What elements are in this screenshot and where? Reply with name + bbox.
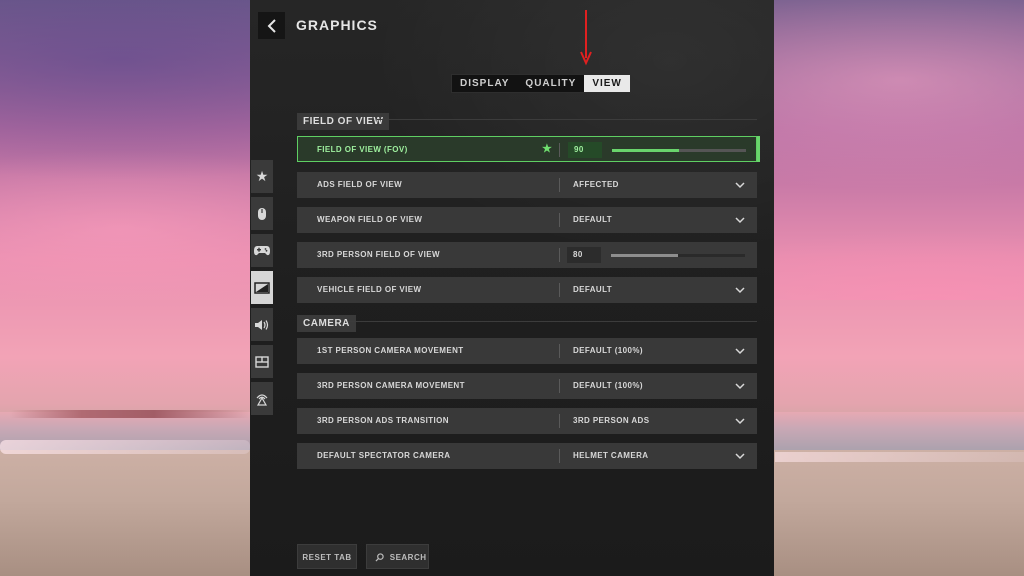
chevron-down-icon[interactable] [735, 382, 745, 390]
setting-value: DEFAULT (100%) [573, 346, 643, 355]
tab-quality[interactable]: QUALITY [517, 75, 584, 92]
setting-label: 3RD PERSON ADS TRANSITION [317, 416, 449, 425]
setting-label: FIELD OF VIEW (FOV) [317, 145, 408, 154]
setting-row-1st-person-camera[interactable]: 1ST PERSON CAMERA MOVEMENT DEFAULT (100%… [297, 338, 757, 364]
category-sidebar: ★ [251, 160, 273, 419]
chevron-down-icon[interactable] [735, 286, 745, 294]
back-button[interactable] [258, 12, 285, 39]
tab-bar: DISPLAY QUALITY VIEW [451, 74, 631, 93]
setting-label: DEFAULT SPECTATOR CAMERA [317, 451, 451, 460]
setting-value: DEFAULT (100%) [573, 381, 643, 390]
divider [559, 283, 560, 297]
setting-label: 3RD PERSON CAMERA MOVEMENT [317, 381, 465, 390]
setting-row-ads-fov[interactable]: ADS FIELD OF VIEW AFFECTED [297, 172, 757, 198]
chevron-left-icon [267, 18, 276, 33]
sidebar-item-mouse[interactable] [251, 197, 273, 230]
annotation-arrow-icon [580, 10, 592, 66]
setting-row-3rd-person-camera[interactable]: 3RD PERSON CAMERA MOVEMENT DEFAULT (100%… [297, 373, 757, 399]
third-person-fov-slider[interactable] [611, 254, 745, 257]
star-icon: ★ [255, 168, 269, 184]
divider [559, 344, 560, 358]
divider [559, 213, 560, 227]
setting-value: HELMET CAMERA [573, 451, 649, 460]
mouse-icon [258, 207, 266, 220]
setting-row-weapon-fov[interactable]: WEAPON FIELD OF VIEW DEFAULT [297, 207, 757, 233]
tab-view[interactable]: VIEW [584, 75, 630, 92]
fov-slider[interactable] [612, 149, 746, 152]
setting-label: 3RD PERSON FIELD OF VIEW [317, 250, 440, 259]
setting-row-spectator-camera[interactable]: DEFAULT SPECTATOR CAMERA HELMET CAMERA [297, 443, 757, 469]
divider [559, 178, 560, 192]
chevron-down-icon[interactable] [735, 452, 745, 460]
graphics-icon [254, 281, 270, 294]
chevron-down-icon[interactable] [735, 347, 745, 355]
sidebar-item-audio[interactable] [251, 308, 273, 341]
speaker-icon [255, 319, 269, 330]
setting-value: DEFAULT [573, 285, 613, 294]
wave-background-right [775, 452, 1024, 462]
page-title: GRAPHICS [296, 17, 378, 33]
controller-icon [254, 246, 270, 256]
divider [559, 248, 560, 262]
wave-background [0, 440, 250, 454]
divider [349, 321, 757, 322]
reset-tab-label: RESET TAB [302, 553, 352, 562]
sidebar-item-graphics[interactable] [251, 271, 273, 304]
search-button[interactable]: SEARCH [366, 544, 429, 569]
third-person-fov-value-input[interactable]: 80 [567, 247, 601, 263]
sidebar-item-favorites[interactable]: ★ [251, 160, 273, 193]
search-icon [375, 553, 384, 562]
divider [559, 414, 560, 428]
setting-label: WEAPON FIELD OF VIEW [317, 215, 423, 224]
setting-row-fov[interactable]: FIELD OF VIEW (FOV) ★ 90 [297, 136, 760, 162]
setting-label: 1ST PERSON CAMERA MOVEMENT [317, 346, 464, 355]
setting-row-vehicle-fov[interactable]: VEHICLE FIELD OF VIEW DEFAULT [297, 277, 757, 303]
reset-tab-button[interactable]: RESET TAB [297, 544, 357, 569]
setting-row-3rd-person-fov[interactable]: 3RD PERSON FIELD OF VIEW 80 [297, 242, 757, 268]
section-header-camera: CAMERA [297, 313, 757, 332]
sidebar-item-controller[interactable] [251, 234, 273, 267]
setting-value: AFFECTED [573, 180, 619, 189]
rocks-background [10, 410, 250, 418]
fov-slider-fill [612, 149, 679, 152]
setting-label: ADS FIELD OF VIEW [317, 180, 403, 189]
section-header-fov: FIELD OF VIEW [297, 111, 757, 130]
interface-icon [255, 355, 269, 368]
star-icon[interactable]: ★ [542, 137, 552, 161]
chevron-down-icon[interactable] [735, 417, 745, 425]
search-label: SEARCH [389, 553, 427, 562]
settings-panel: GRAPHICS DISPLAY QUALITY VIEW FIELD OF V… [250, 0, 774, 576]
setting-label: VEHICLE FIELD OF VIEW [317, 285, 422, 294]
section-title: FIELD OF VIEW [297, 113, 390, 130]
network-icon [256, 393, 268, 406]
divider [559, 143, 560, 157]
divider [559, 379, 560, 393]
divider [559, 449, 560, 463]
chevron-down-icon[interactable] [735, 216, 745, 224]
setting-value: DEFAULT [573, 215, 613, 224]
third-person-fov-slider-fill [611, 254, 678, 257]
section-title: CAMERA [297, 315, 356, 332]
sidebar-item-interface[interactable] [251, 345, 273, 378]
chevron-down-icon[interactable] [735, 181, 745, 189]
setting-value: 3RD PERSON ADS [573, 416, 650, 425]
fov-value-input[interactable]: 90 [568, 142, 602, 158]
divider [377, 119, 757, 120]
setting-row-3rd-person-ads[interactable]: 3RD PERSON ADS TRANSITION 3RD PERSON ADS [297, 408, 757, 434]
sidebar-item-network[interactable] [251, 382, 273, 415]
tab-display[interactable]: DISPLAY [452, 75, 517, 92]
